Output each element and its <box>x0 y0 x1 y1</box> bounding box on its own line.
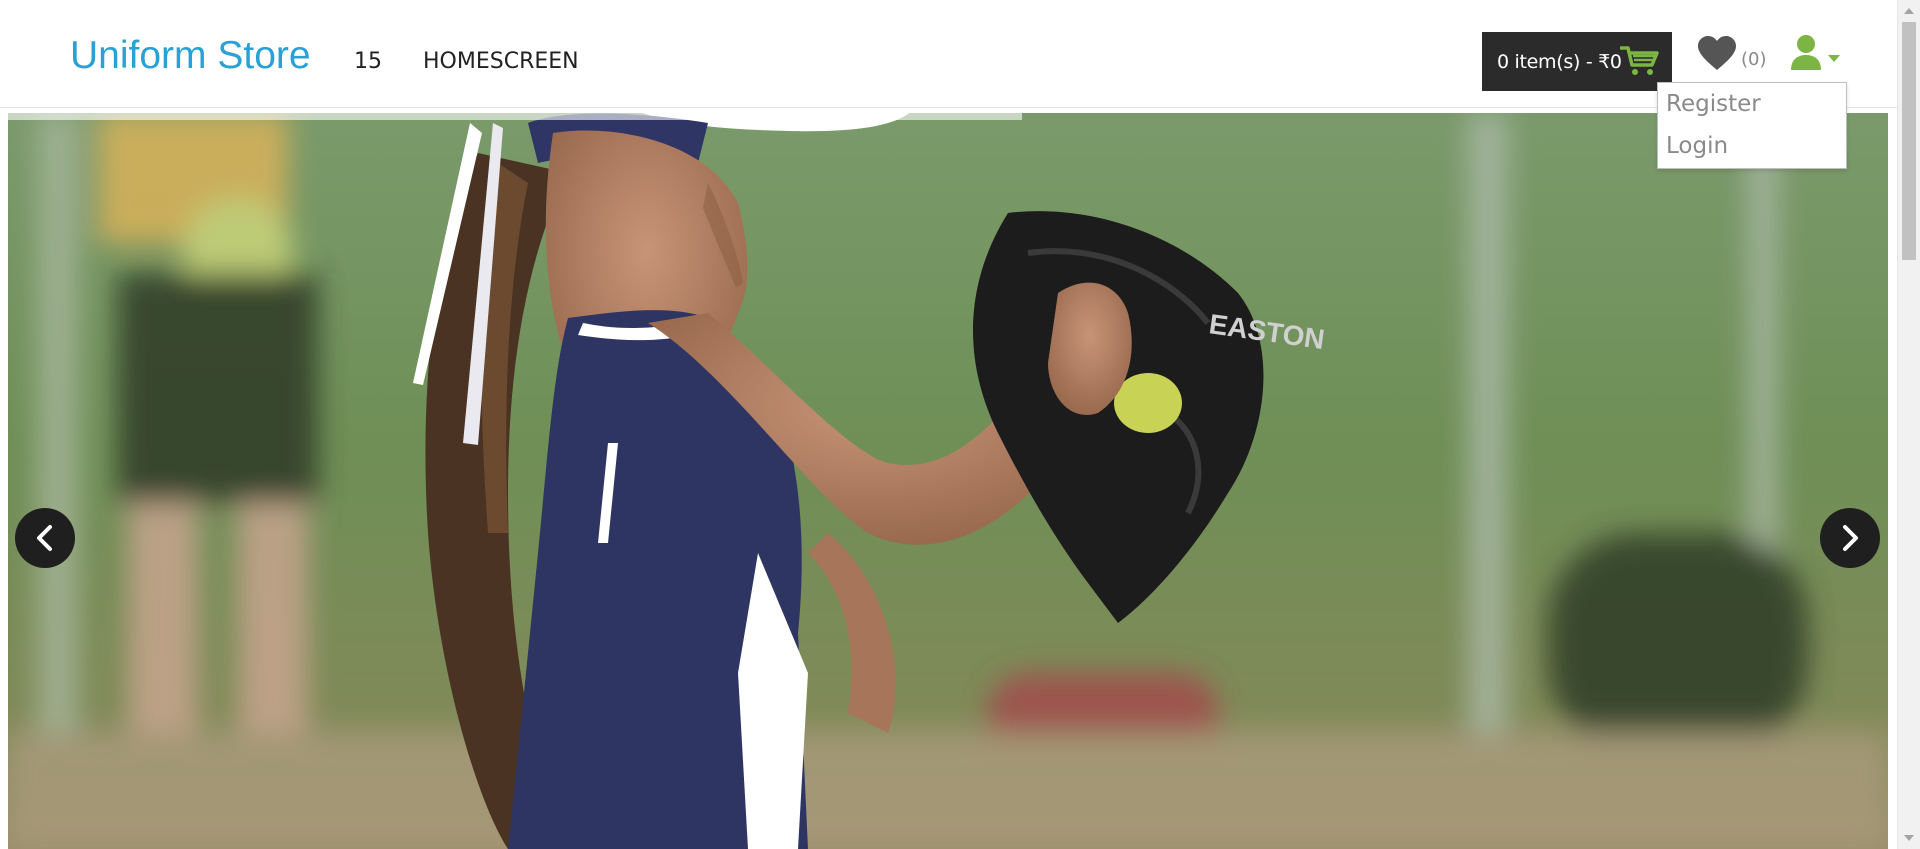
register-link[interactable]: Register <box>1658 83 1846 125</box>
account-dropdown-toggle[interactable] <box>1789 34 1845 74</box>
slider-prev-button[interactable] <box>15 508 75 568</box>
wishlist-count: (0) <box>1741 48 1767 70</box>
nav-item-homescreen[interactable]: HOMESCREEN <box>423 49 579 74</box>
hero-slide-image: EASTON <box>8 113 1888 849</box>
account-dropdown-menu: Register Login <box>1657 82 1847 169</box>
scroll-thumb[interactable] <box>1902 22 1916 260</box>
nav-item-15[interactable]: 15 <box>354 49 382 74</box>
user-icon <box>1791 35 1821 70</box>
cart-icon <box>1620 46 1659 75</box>
heart-icon <box>1698 36 1736 70</box>
chevron-right-icon <box>1843 525 1858 551</box>
login-link[interactable]: Login <box>1658 125 1846 167</box>
scroll-up-arrow-icon[interactable] <box>1904 8 1914 14</box>
slider-progress-strip <box>8 113 1022 120</box>
page-scrollbar[interactable] <box>1897 0 1920 849</box>
scroll-down-arrow-icon[interactable] <box>1904 835 1914 841</box>
cart-button[interactable]: 0 item(s) - ₹0 <box>1482 32 1672 91</box>
site-header: Uniform Store 15 HOMESCREEN 0 item(s) - … <box>0 0 1897 108</box>
brand-logo-link[interactable]: Uniform Store <box>70 34 311 78</box>
hero-slider: EASTON <box>8 113 1888 849</box>
slider-next-button[interactable] <box>1820 508 1880 568</box>
chevron-left-icon <box>37 525 52 551</box>
caret-down-icon <box>1828 55 1840 62</box>
cart-summary: 0 item(s) - ₹0 <box>1497 50 1622 73</box>
wishlist-link[interactable]: (0) <box>1697 34 1767 74</box>
